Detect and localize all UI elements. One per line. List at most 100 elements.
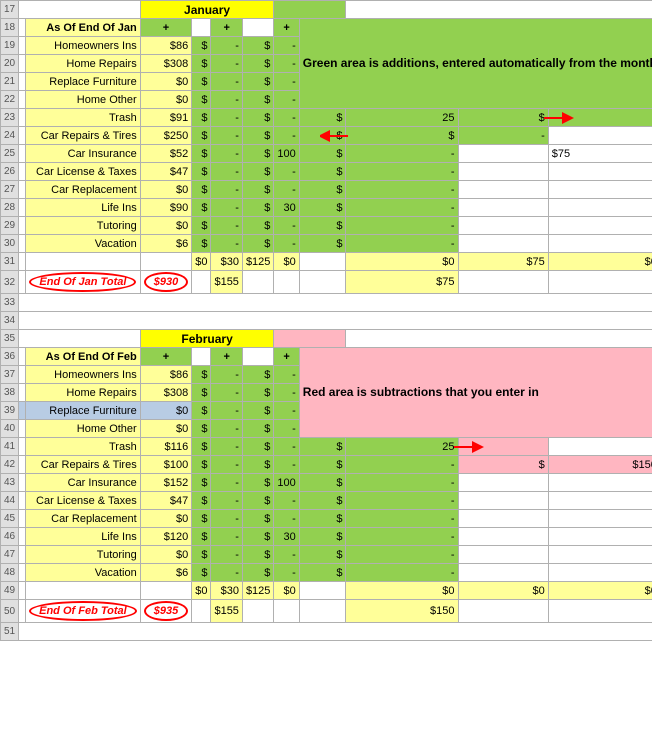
green-26-3[interactable]: $ [242,163,273,181]
green-26-6[interactable]: - [346,163,458,181]
green-22-2[interactable]: - [211,91,242,109]
green-45-1[interactable]: $ [192,510,211,528]
green-19-2[interactable]: - [211,37,242,55]
green-40-2[interactable]: - [211,420,242,438]
pink-42-150[interactable]: $150 [548,456,652,474]
green-40-4[interactable]: - [274,420,299,438]
green-24-7[interactable]: - [458,127,548,145]
green-24-6[interactable]: $ [346,127,458,145]
green-29-5[interactable]: $ [299,217,346,235]
green-39-1[interactable]: $ [192,402,211,420]
green-24-4[interactable]: - [274,127,299,145]
green-37-4[interactable]: - [274,366,299,384]
green-47-6[interactable]: - [346,546,458,564]
green-19-1[interactable]: $ [192,37,211,55]
green-25-4[interactable]: 100 [274,145,299,163]
green-27-5[interactable]: $ [299,181,346,199]
green-28-2[interactable]: - [211,199,242,217]
green-26-5[interactable]: $ [299,163,346,181]
green-23-5[interactable]: $ [299,109,346,127]
green-45-6[interactable]: - [346,510,458,528]
green-44-1[interactable]: $ [192,492,211,510]
green-21-4[interactable]: - [274,73,299,91]
green-30-4[interactable]: - [274,235,299,253]
green-37-2[interactable]: - [211,366,242,384]
green-37-3[interactable]: $ [242,366,273,384]
green-21-2[interactable]: - [211,73,242,91]
green-48-4[interactable]: - [274,564,299,582]
green-47-2[interactable]: - [211,546,242,564]
green-45-5[interactable]: $ [299,510,346,528]
green-24-1[interactable]: $ [192,127,211,145]
green-30-2[interactable]: - [211,235,242,253]
green-42-6[interactable]: - [346,456,458,474]
green-40-3[interactable]: $ [242,420,273,438]
green-30-1[interactable]: $ [192,235,211,253]
green-45-4[interactable]: - [274,510,299,528]
green-20-3[interactable]: $ [242,55,273,73]
green-43-3[interactable]: $ [242,474,273,492]
green-27-4[interactable]: - [274,181,299,199]
green-43-4[interactable]: 100 [274,474,299,492]
green-41-6[interactable]: 25 [346,438,458,456]
green-25-5[interactable]: $ [299,145,346,163]
green-38-4[interactable]: - [274,384,299,402]
green-48-3[interactable]: $ [242,564,273,582]
green-41-5[interactable]: $ [299,438,346,456]
green-39-3[interactable]: $ [242,402,273,420]
green-19-3[interactable]: $ [242,37,273,55]
green-44-5[interactable]: $ [299,492,346,510]
green-41-4[interactable]: - [274,438,299,456]
green-42-4[interactable]: - [274,456,299,474]
green-30-3[interactable]: $ [242,235,273,253]
green-30-5[interactable]: $ [299,235,346,253]
green-43-6[interactable]: - [346,474,458,492]
green-29-6[interactable]: - [346,217,458,235]
green-42-2[interactable]: - [211,456,242,474]
green-46-5[interactable]: $ [299,528,346,546]
green-23-1[interactable]: $ [192,109,211,127]
green-39-4[interactable]: - [274,402,299,420]
green-37-1[interactable]: $ [192,366,211,384]
green-26-4[interactable]: - [274,163,299,181]
green-28-6[interactable]: - [346,199,458,217]
green-40-1[interactable]: $ [192,420,211,438]
green-43-5[interactable]: $ [299,474,346,492]
green-28-4[interactable]: 30 [274,199,299,217]
green-25-2[interactable]: - [211,145,242,163]
green-46-3[interactable]: $ [242,528,273,546]
green-24-2[interactable]: - [211,127,242,145]
green-38-1[interactable]: $ [192,384,211,402]
green-43-1[interactable]: $ [192,474,211,492]
green-44-4[interactable]: - [274,492,299,510]
green-21-3[interactable]: $ [242,73,273,91]
green-23-6[interactable]: 25 [346,109,458,127]
green-45-3[interactable]: $ [242,510,273,528]
green-47-1[interactable]: $ [192,546,211,564]
green-21-1[interactable]: $ [192,73,211,91]
green-44-2[interactable]: - [211,492,242,510]
green-38-2[interactable]: - [211,384,242,402]
green-25-6[interactable]: - [346,145,458,163]
green-22-3[interactable]: $ [242,91,273,109]
green-20-1[interactable]: $ [192,55,211,73]
green-41-3[interactable]: $ [242,438,273,456]
green-28-3[interactable]: $ [242,199,273,217]
green-22-1[interactable]: $ [192,91,211,109]
green-29-1[interactable]: $ [192,217,211,235]
green-39-2[interactable]: - [211,402,242,420]
green-29-3[interactable]: $ [242,217,273,235]
green-48-5[interactable]: $ [299,564,346,582]
green-48-2[interactable]: - [211,564,242,582]
green-44-3[interactable]: $ [242,492,273,510]
green-47-4[interactable]: - [274,546,299,564]
green-41-2[interactable]: - [211,438,242,456]
green-24-5[interactable]: $ [299,127,346,145]
green-42-1[interactable]: $ [192,456,211,474]
green-29-4[interactable]: - [274,217,299,235]
green-46-4[interactable]: 30 [274,528,299,546]
green-26-2[interactable]: - [211,163,242,181]
green-27-1[interactable]: $ [192,181,211,199]
green-27-3[interactable]: $ [242,181,273,199]
green-41-1[interactable]: $ [192,438,211,456]
